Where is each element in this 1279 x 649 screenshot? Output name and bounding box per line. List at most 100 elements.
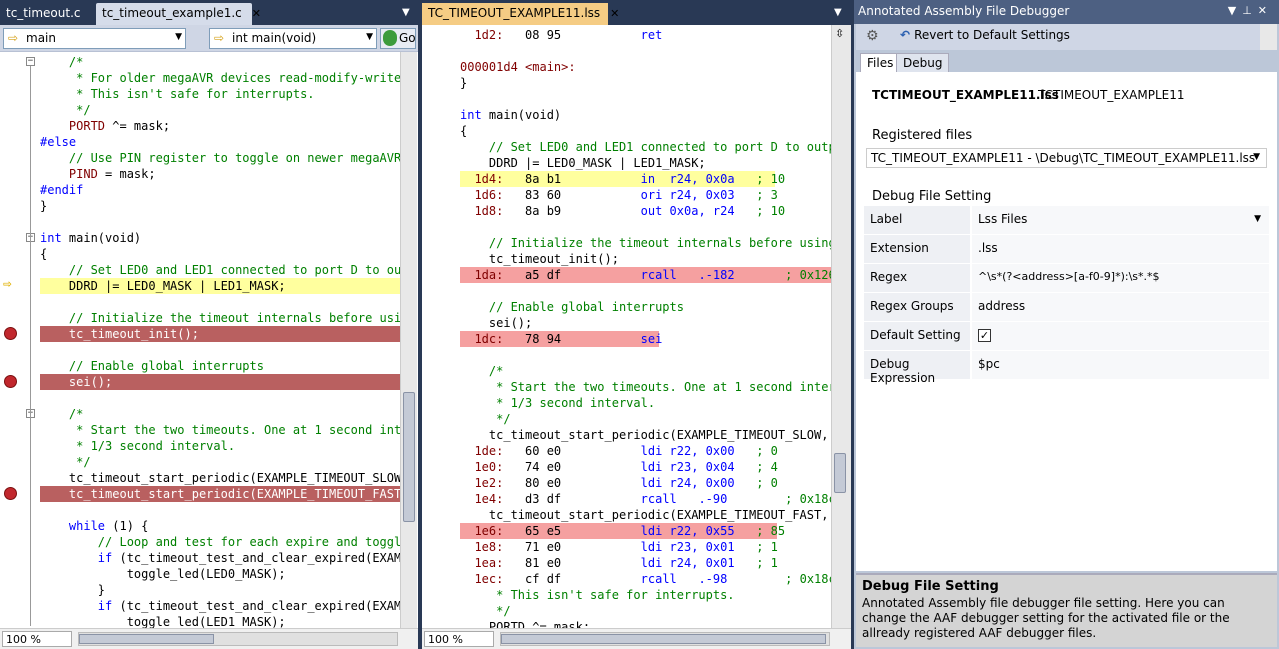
- prop-extension: Extension .lss: [864, 235, 1269, 263]
- close-icon[interactable]: ✕: [252, 7, 261, 20]
- code-line: #endif: [40, 183, 84, 197]
- code-line: // Enable global interrupts: [460, 300, 684, 314]
- navigation-bar: ⇨ main ▼ ⇨ int main(void) ▼ Go: [0, 25, 418, 52]
- code-line: 1ea: 81 e0 ldi r24, 0x01 ; 1: [474, 556, 778, 570]
- code-line: }: [460, 76, 468, 90]
- code-line: sei();: [460, 316, 533, 330]
- code-line: toggle_led(LED1_MASK);: [40, 615, 286, 628]
- help-description: Annotated Assembly file debugger file se…: [862, 596, 1230, 640]
- left-horizontal-scrollbar[interactable]: [78, 632, 398, 646]
- current-line: DDRD |= LED0_MASK | LED1_MASK;: [40, 278, 400, 294]
- scroll-thumb[interactable]: [403, 392, 415, 522]
- code-line: }: [40, 583, 106, 597]
- settings-icon[interactable]: ⚙: [866, 28, 882, 44]
- revert-button[interactable]: ↶ Revert to Default Settings: [900, 28, 1070, 42]
- code-line: 1e0: 74 e0 ldi r23, 0x04 ; 4: [474, 460, 778, 474]
- code-line: * 1/3 second interval.: [460, 396, 656, 410]
- code-line: if (tc_timeout_test_and_clear_expired(EX…: [97, 551, 400, 565]
- mid-statusbar: 100 %: [422, 628, 851, 649]
- code-line: tc_timeout_start_periodic(EXAMPLE_TIMEOU…: [40, 471, 400, 485]
- tab-dropdown-icon[interactable]: ▼: [834, 7, 842, 18]
- arrow-icon: ⇨: [8, 31, 19, 45]
- scope-combo[interactable]: ⇨ main ▼: [3, 28, 186, 49]
- registered-files-select[interactable]: TC_TIMEOUT_EXAMPLE11 - \Debug\TC_TIMEOUT…: [866, 148, 1267, 168]
- zoom-combo[interactable]: 100 %: [2, 631, 72, 647]
- aaf-debugger-panel: Annotated Assembly File Debugger ▼⊥✕ ⚙ ↶…: [854, 0, 1279, 649]
- code-line: * This isn't safe for interrupts.: [40, 87, 315, 101]
- extension-field[interactable]: .lss: [972, 235, 1269, 263]
- code-line: {: [460, 124, 468, 138]
- regex-field[interactable]: ^\s*(?<address>[a-f0-9]*):\s*.*$: [972, 264, 1269, 292]
- hscroll-thumb[interactable]: [79, 634, 214, 644]
- debug-expression-field[interactable]: $pc: [972, 351, 1269, 379]
- left-statusbar: 100 %: [0, 628, 418, 649]
- panel-toolbar: ⚙ ↶ Revert to Default Settings: [856, 24, 1277, 50]
- panel-titlebar: Annotated Assembly File Debugger ▼⊥✕: [854, 0, 1279, 24]
- code-line: */: [40, 455, 91, 469]
- breakpoint-line: 1dc: 78 94 sei: [460, 331, 662, 347]
- current-line: 1d4: 8a b1 in r24, 0x0a ; 10: [460, 171, 785, 187]
- code-line: // Set LED0 and LED1 connected to port D…: [40, 263, 400, 277]
- label-select[interactable]: Lss Files ▼: [972, 206, 1269, 234]
- chevron-down-icon: ▼: [1254, 214, 1261, 224]
- breakpoint-icon[interactable]: [4, 327, 17, 340]
- code-line: // Enable global interrupts: [40, 359, 264, 373]
- code-line: 1d8: 8a b9 out 0x0a, r24 ; 10: [474, 204, 786, 218]
- breakpoint-line: 1da: a5 df rcall .-182 ; 0x126 <: [460, 267, 831, 283]
- scroll-thumb[interactable]: [834, 453, 846, 493]
- close-icon[interactable]: ✕: [610, 7, 619, 20]
- tab-files[interactable]: Files: [860, 53, 901, 72]
- dropdown-icon[interactable]: ▼: [1228, 4, 1242, 17]
- collapse-icon[interactable]: −: [26, 57, 35, 66]
- left-code-area[interactable]: /* * For older megaAVR devices read-modi…: [0, 52, 400, 628]
- tab-tc-timeout-example11-lss[interactable]: TC_TIMEOUT_EXAMPLE11.lss ✕: [422, 3, 619, 25]
- tab-tc-timeout-example1-c[interactable]: tc_timeout_example1.c ✕: [96, 3, 261, 25]
- lss-code-area[interactable]: 1d2: 08 95 ret 000001d4 <main>:} int main(…: [422, 25, 831, 628]
- tab-debug[interactable]: Debug: [896, 53, 950, 72]
- code-line: * For older megaAVR devices read-modify-…: [40, 71, 400, 85]
- pin-icon[interactable]: ⊥: [1242, 4, 1258, 17]
- tab-dropdown-icon[interactable]: ▼: [402, 7, 410, 18]
- hscroll-thumb[interactable]: [501, 634, 826, 644]
- code-line: #else: [40, 135, 77, 149]
- code-line: 1d6: 83 60 ori r24, 0x03 ; 3: [474, 188, 778, 202]
- help-title: Debug File Setting: [862, 579, 999, 594]
- code-line: while (1) {: [68, 519, 149, 533]
- code-line: // Initialize the timeout internals befo…: [460, 236, 831, 250]
- code-line: // Initialize the timeout internals befo…: [40, 311, 400, 325]
- regex-groups-field[interactable]: address: [972, 293, 1269, 321]
- zoom-combo[interactable]: 100 %: [424, 631, 494, 647]
- breakpoint-icon[interactable]: [4, 375, 17, 388]
- code-line: */: [40, 103, 91, 117]
- left-vertical-scrollbar[interactable]: [400, 52, 417, 628]
- split-icon[interactable]: ⇳: [835, 27, 844, 40]
- go-button[interactable]: Go: [380, 28, 416, 49]
- prop-label: Label Lss Files ▼: [864, 206, 1269, 234]
- toolbar-scroll: [1260, 24, 1277, 50]
- mid-horizontal-scrollbar[interactable]: [500, 632, 830, 646]
- code-line: // Set LED0 and LED1 connected to port D…: [460, 140, 831, 154]
- prop-regex: Regex ^\s*(?<address>[a-f0-9]*):\s*.*$: [864, 264, 1269, 292]
- code-line: PORTD ^= mask;: [460, 620, 591, 628]
- code-line: int main(void): [40, 231, 142, 245]
- chevron-down-icon: ▼: [175, 32, 182, 42]
- mid-vertical-scrollbar[interactable]: ⇳: [831, 25, 851, 628]
- code-line: DDRD |= LED0_MASK | LED1_MASK;: [460, 156, 706, 170]
- prop-debug-expression: Debug Expression $pc: [864, 351, 1269, 385]
- code-line: toggle_led(LED0_MASK);: [40, 567, 286, 581]
- breakpoint-line: sei();: [40, 374, 400, 390]
- breakpoint-line: tc_timeout_start_periodic(EXAMPLE_TIMEOU…: [40, 486, 400, 502]
- active-file-name: TCTIMEOUT_EXAMPLE11.lss: [872, 88, 1059, 102]
- left-tabbar: tc_timeout.c tc_timeout_example1.c ✕ ▼: [0, 0, 418, 25]
- debugger-content: Files Debug TCTIMEOUT_EXAMPLE11.lss TCTI…: [856, 50, 1277, 571]
- code-line: {: [40, 247, 48, 261]
- breakpoint-icon[interactable]: [4, 487, 17, 500]
- tab-tc-timeout-c[interactable]: tc_timeout.c: [0, 3, 86, 25]
- default-setting-checkbox[interactable]: ✓: [978, 329, 991, 342]
- close-icon[interactable]: ✕: [1258, 4, 1273, 17]
- chevron-down-icon: ▼: [1253, 152, 1260, 162]
- member-combo[interactable]: ⇨ int main(void) ▼: [209, 28, 377, 49]
